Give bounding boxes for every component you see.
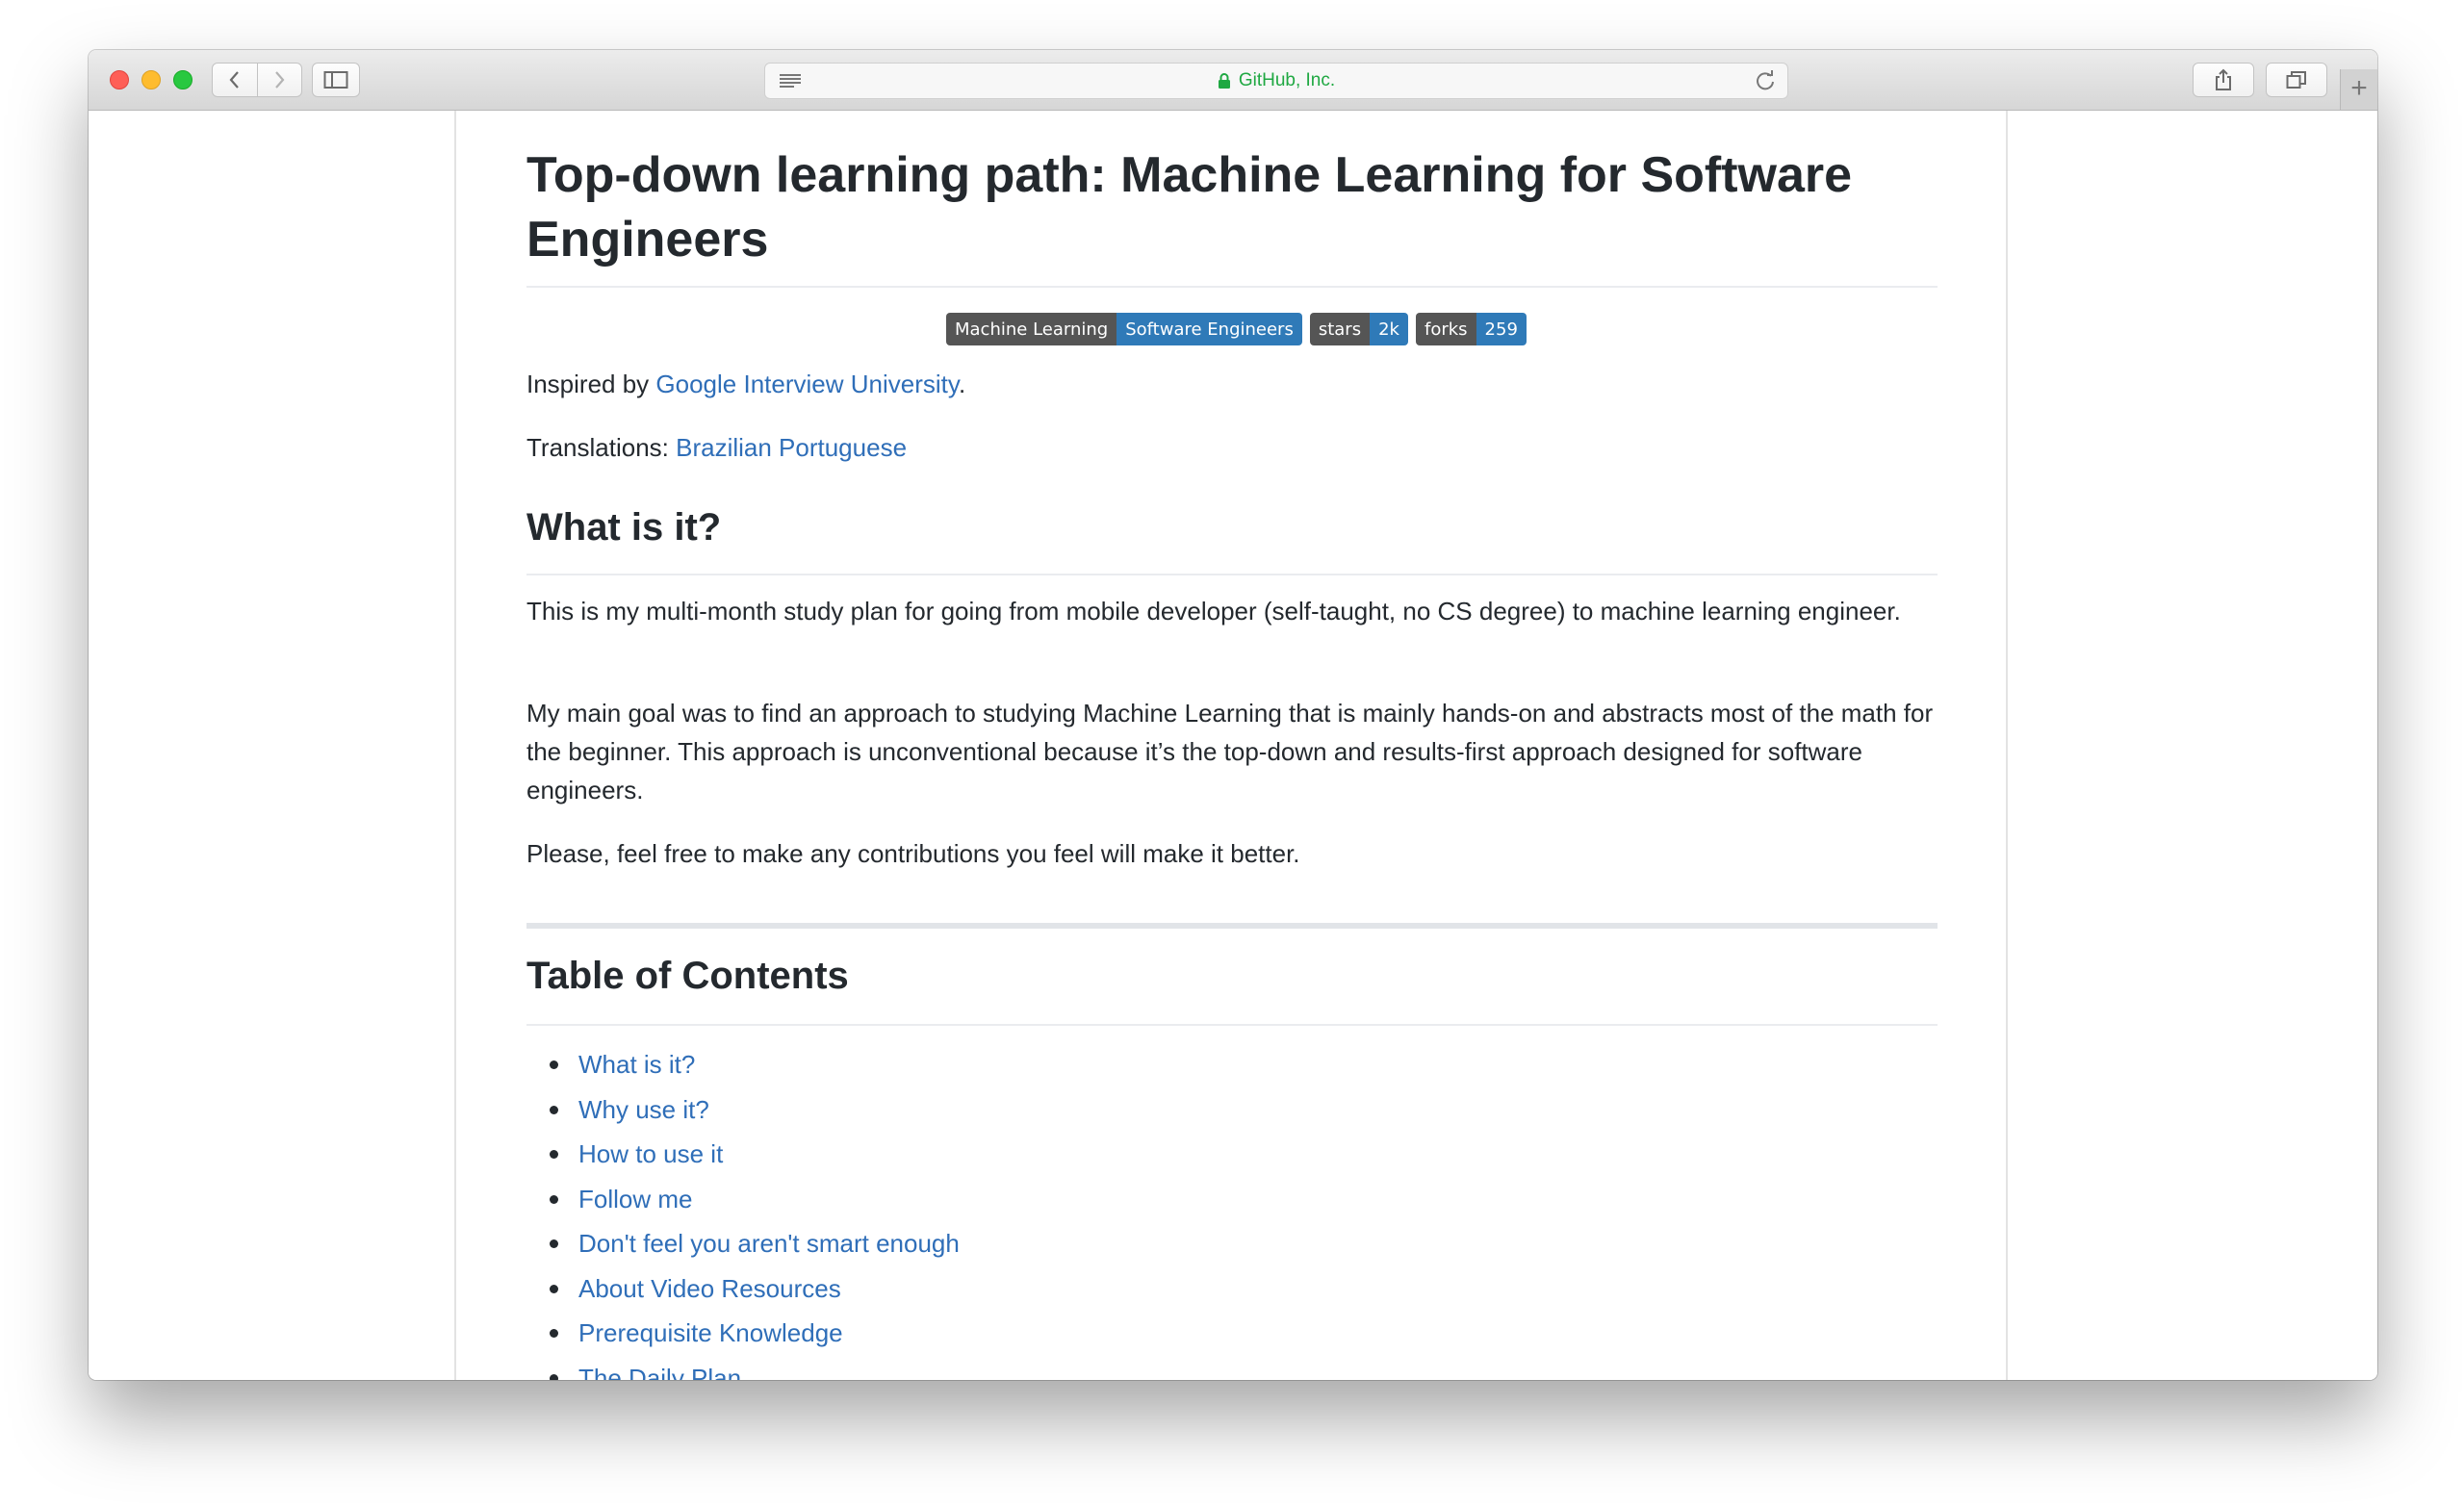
- toc-link-dont-feel[interactable]: Don't feel you aren't smart enough: [578, 1229, 960, 1258]
- inspired-prefix: Inspired by: [526, 370, 656, 398]
- share-button[interactable]: [2193, 63, 2254, 97]
- tabs-overview-button[interactable]: [2266, 63, 2327, 97]
- share-icon: [2216, 68, 2231, 90]
- intro-text-2: My main goal was to find an approach to …: [526, 699, 1934, 805]
- sidebar-icon: [323, 71, 348, 89]
- toc-link-video-resources[interactable]: About Video Resources: [578, 1274, 841, 1303]
- lock-icon: [1218, 73, 1230, 89]
- what-is-it-heading: What is it?: [526, 506, 722, 549]
- reload-icon[interactable]: [1755, 70, 1776, 91]
- intro-paragraph-3: Please, feel free to make any contributi…: [526, 834, 1938, 873]
- chevron-right-icon: [275, 71, 285, 89]
- bullet-icon: [550, 1373, 558, 1380]
- browser-window: GitHub, Inc. + Top-down learning path: M…: [89, 50, 2377, 1380]
- what-is-it-heading-block: What is it?: [526, 503, 1938, 551]
- bullet-icon: [550, 1194, 558, 1204]
- toc-item: How to use it: [526, 1132, 1938, 1177]
- toc-heading-block: Table of Contents: [526, 952, 1938, 1000]
- minimize-window-button[interactable]: [141, 70, 161, 89]
- forks-badge-value: 259: [1476, 313, 1527, 345]
- bullet-icon: [550, 1329, 558, 1338]
- chevron-left-icon: [229, 71, 239, 89]
- stars-badge[interactable]: stars 2k: [1309, 313, 1408, 345]
- intro-text-3: Please, feel free to make any contributi…: [526, 839, 1300, 868]
- brazilian-portuguese-link[interactable]: Brazilian Portuguese: [676, 433, 907, 462]
- site-label: GitHub, Inc.: [1238, 70, 1336, 90]
- toc-link-what-is-it[interactable]: What is it?: [578, 1050, 695, 1079]
- zoom-window-button[interactable]: [173, 70, 192, 89]
- toc-item: Prerequisite Knowledge: [526, 1311, 1938, 1356]
- translations-paragraph: Translations: Brazilian Portuguese: [526, 428, 1938, 467]
- bullet-icon: [550, 1105, 558, 1114]
- intro-text-1: This is my multi-month study plan for go…: [526, 597, 1901, 626]
- toc-link-prerequisite-knowledge[interactable]: Prerequisite Knowledge: [578, 1318, 843, 1347]
- forward-button[interactable]: [256, 64, 302, 96]
- stars-badge-value: 2k: [1370, 313, 1408, 345]
- intro-paragraph-2: My main goal was to find an approach to …: [526, 694, 1938, 809]
- topic-badge-value: Software Engineers: [1116, 313, 1302, 345]
- bullet-icon: [550, 1239, 558, 1248]
- table-of-contents: What is it? Why use it? How to use it Fo…: [526, 1042, 1938, 1380]
- navigation-buttons: [212, 63, 302, 97]
- translations-prefix: Translations:: [526, 433, 677, 462]
- forks-badge[interactable]: forks 259: [1415, 313, 1527, 345]
- inspired-suffix: .: [958, 370, 966, 398]
- toc-link-follow-me[interactable]: Follow me: [578, 1185, 692, 1213]
- toc-item: Follow me: [526, 1177, 1938, 1222]
- page-title: Top-down learning path: Machine Learning…: [526, 147, 1853, 268]
- intro-paragraph-1: This is my multi-month study plan for go…: [526, 592, 1938, 630]
- section-divider: [526, 923, 1938, 929]
- sidebar-toggle-button[interactable]: [312, 63, 360, 97]
- google-interview-university-link[interactable]: Google Interview University: [655, 370, 959, 398]
- what-is-it-divider: [526, 574, 1938, 575]
- inspired-paragraph: Inspired by Google Interview University.: [526, 365, 1938, 403]
- toc-link-daily-plan[interactable]: The Daily Plan: [578, 1364, 741, 1381]
- browser-toolbar: GitHub, Inc. +: [89, 50, 2377, 111]
- toc-divider: [526, 1024, 1938, 1026]
- toc-item: What is it?: [526, 1042, 1938, 1087]
- new-tab-button[interactable]: +: [2340, 69, 2377, 110]
- bullet-icon: [550, 1284, 558, 1293]
- topic-badge-label: Machine Learning: [946, 313, 1117, 345]
- page-viewport: Top-down learning path: Machine Learning…: [89, 111, 2377, 1380]
- toc-link-why-use-it[interactable]: Why use it?: [578, 1095, 709, 1124]
- address-bar[interactable]: GitHub, Inc.: [764, 63, 1788, 99]
- toc-item: Don't feel you aren't smart enough: [526, 1221, 1938, 1266]
- bullet-icon: [550, 1150, 558, 1159]
- toc-item: The Daily Plan: [526, 1356, 1938, 1381]
- site-identity: GitHub, Inc.: [765, 64, 1787, 98]
- toc-item: About Video Resources: [526, 1266, 1938, 1312]
- toc-item: Why use it?: [526, 1087, 1938, 1133]
- bullet-icon: [550, 1060, 558, 1069]
- readme-article: Top-down learning path: Machine Learning…: [454, 111, 2008, 1380]
- tabs-icon: [2286, 71, 2306, 89]
- close-window-button[interactable]: [110, 70, 129, 89]
- title-divider: [526, 286, 1938, 288]
- back-button[interactable]: [213, 64, 257, 96]
- forks-badge-label: forks: [1415, 313, 1476, 345]
- toc-heading: Table of Contents: [526, 955, 849, 997]
- stars-badge-label: stars: [1309, 313, 1371, 345]
- toc-link-how-to-use-it[interactable]: How to use it: [578, 1139, 723, 1168]
- badge-row: Machine Learning Software Engineers star…: [946, 313, 1527, 345]
- topic-badge[interactable]: Machine Learning Software Engineers: [946, 313, 1302, 345]
